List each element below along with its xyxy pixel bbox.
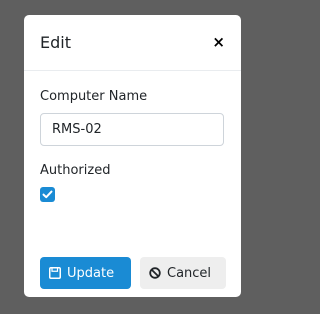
dialog-body: Computer Name Authorized [24,71,241,202]
save-icon [49,267,61,279]
cancel-button[interactable]: Cancel [140,257,226,289]
computer-name-label: Computer Name [40,89,148,104]
ban-icon [149,267,161,279]
dialog-actions: Update Cancel [40,257,226,289]
close-button[interactable]: × [212,35,225,50]
computer-name-input[interactable] [40,113,224,146]
authorized-checkbox[interactable] [40,187,55,202]
update-label: Update [67,265,115,281]
dialog-title: Edit [40,33,71,52]
dialog-header: Edit × [24,15,241,71]
checkmark-icon [42,190,53,199]
update-button[interactable]: Update [40,257,131,289]
cancel-label: Cancel [167,265,212,281]
edit-dialog: Edit × Computer Name Authorized Update [24,15,241,297]
authorized-label: Authorized [40,163,111,178]
